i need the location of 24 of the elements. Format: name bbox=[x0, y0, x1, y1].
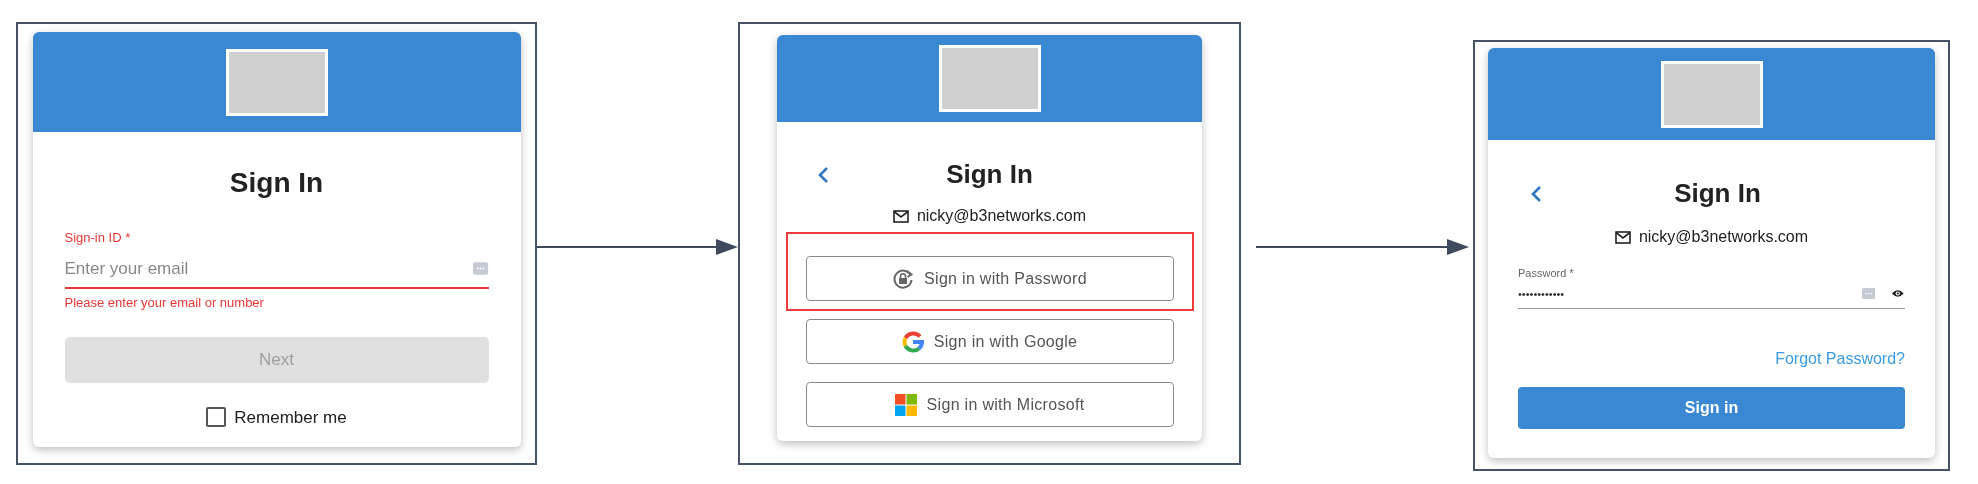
sign-in-option-button[interactable]: Sign in with Microsoft bbox=[805, 382, 1174, 427]
checkbox-label: Remember me bbox=[234, 406, 347, 429]
lock-refresh-icon bbox=[892, 267, 915, 290]
email-input-field[interactable]: Enter your email bbox=[64, 255, 466, 281]
back-chevron-icon[interactable] bbox=[817, 165, 829, 184]
sign-in-title: Sign In bbox=[1674, 177, 1761, 210]
sign-in-option-button[interactable]: Sign in with Password bbox=[805, 256, 1174, 301]
checkbox[interactable] bbox=[206, 407, 227, 428]
eye-icon[interactable] bbox=[1891, 288, 1905, 300]
password-input-field[interactable]: •••••••••••• bbox=[1518, 285, 1846, 302]
email-address: nicky@b3networks.com bbox=[916, 206, 1087, 226]
field-label: Password * bbox=[1518, 266, 1575, 281]
error-message: Please enter your email or number bbox=[64, 294, 265, 312]
sign-in-title: Sign In bbox=[946, 158, 1033, 191]
field-label: Sign-in ID * bbox=[64, 229, 132, 247]
google-icon bbox=[901, 330, 924, 353]
mail-icon bbox=[892, 209, 909, 223]
sign-in-button[interactable]: Sign in bbox=[1518, 387, 1905, 429]
microsoft-icon bbox=[894, 393, 917, 416]
sign-in-option-button[interactable]: Sign in with Google bbox=[805, 319, 1174, 364]
back-chevron-icon[interactable] bbox=[1530, 184, 1542, 203]
email-address: nicky@b3networks.com bbox=[1638, 227, 1809, 247]
sign-in-title: Sign In bbox=[229, 166, 324, 200]
mail-icon bbox=[1614, 230, 1631, 244]
